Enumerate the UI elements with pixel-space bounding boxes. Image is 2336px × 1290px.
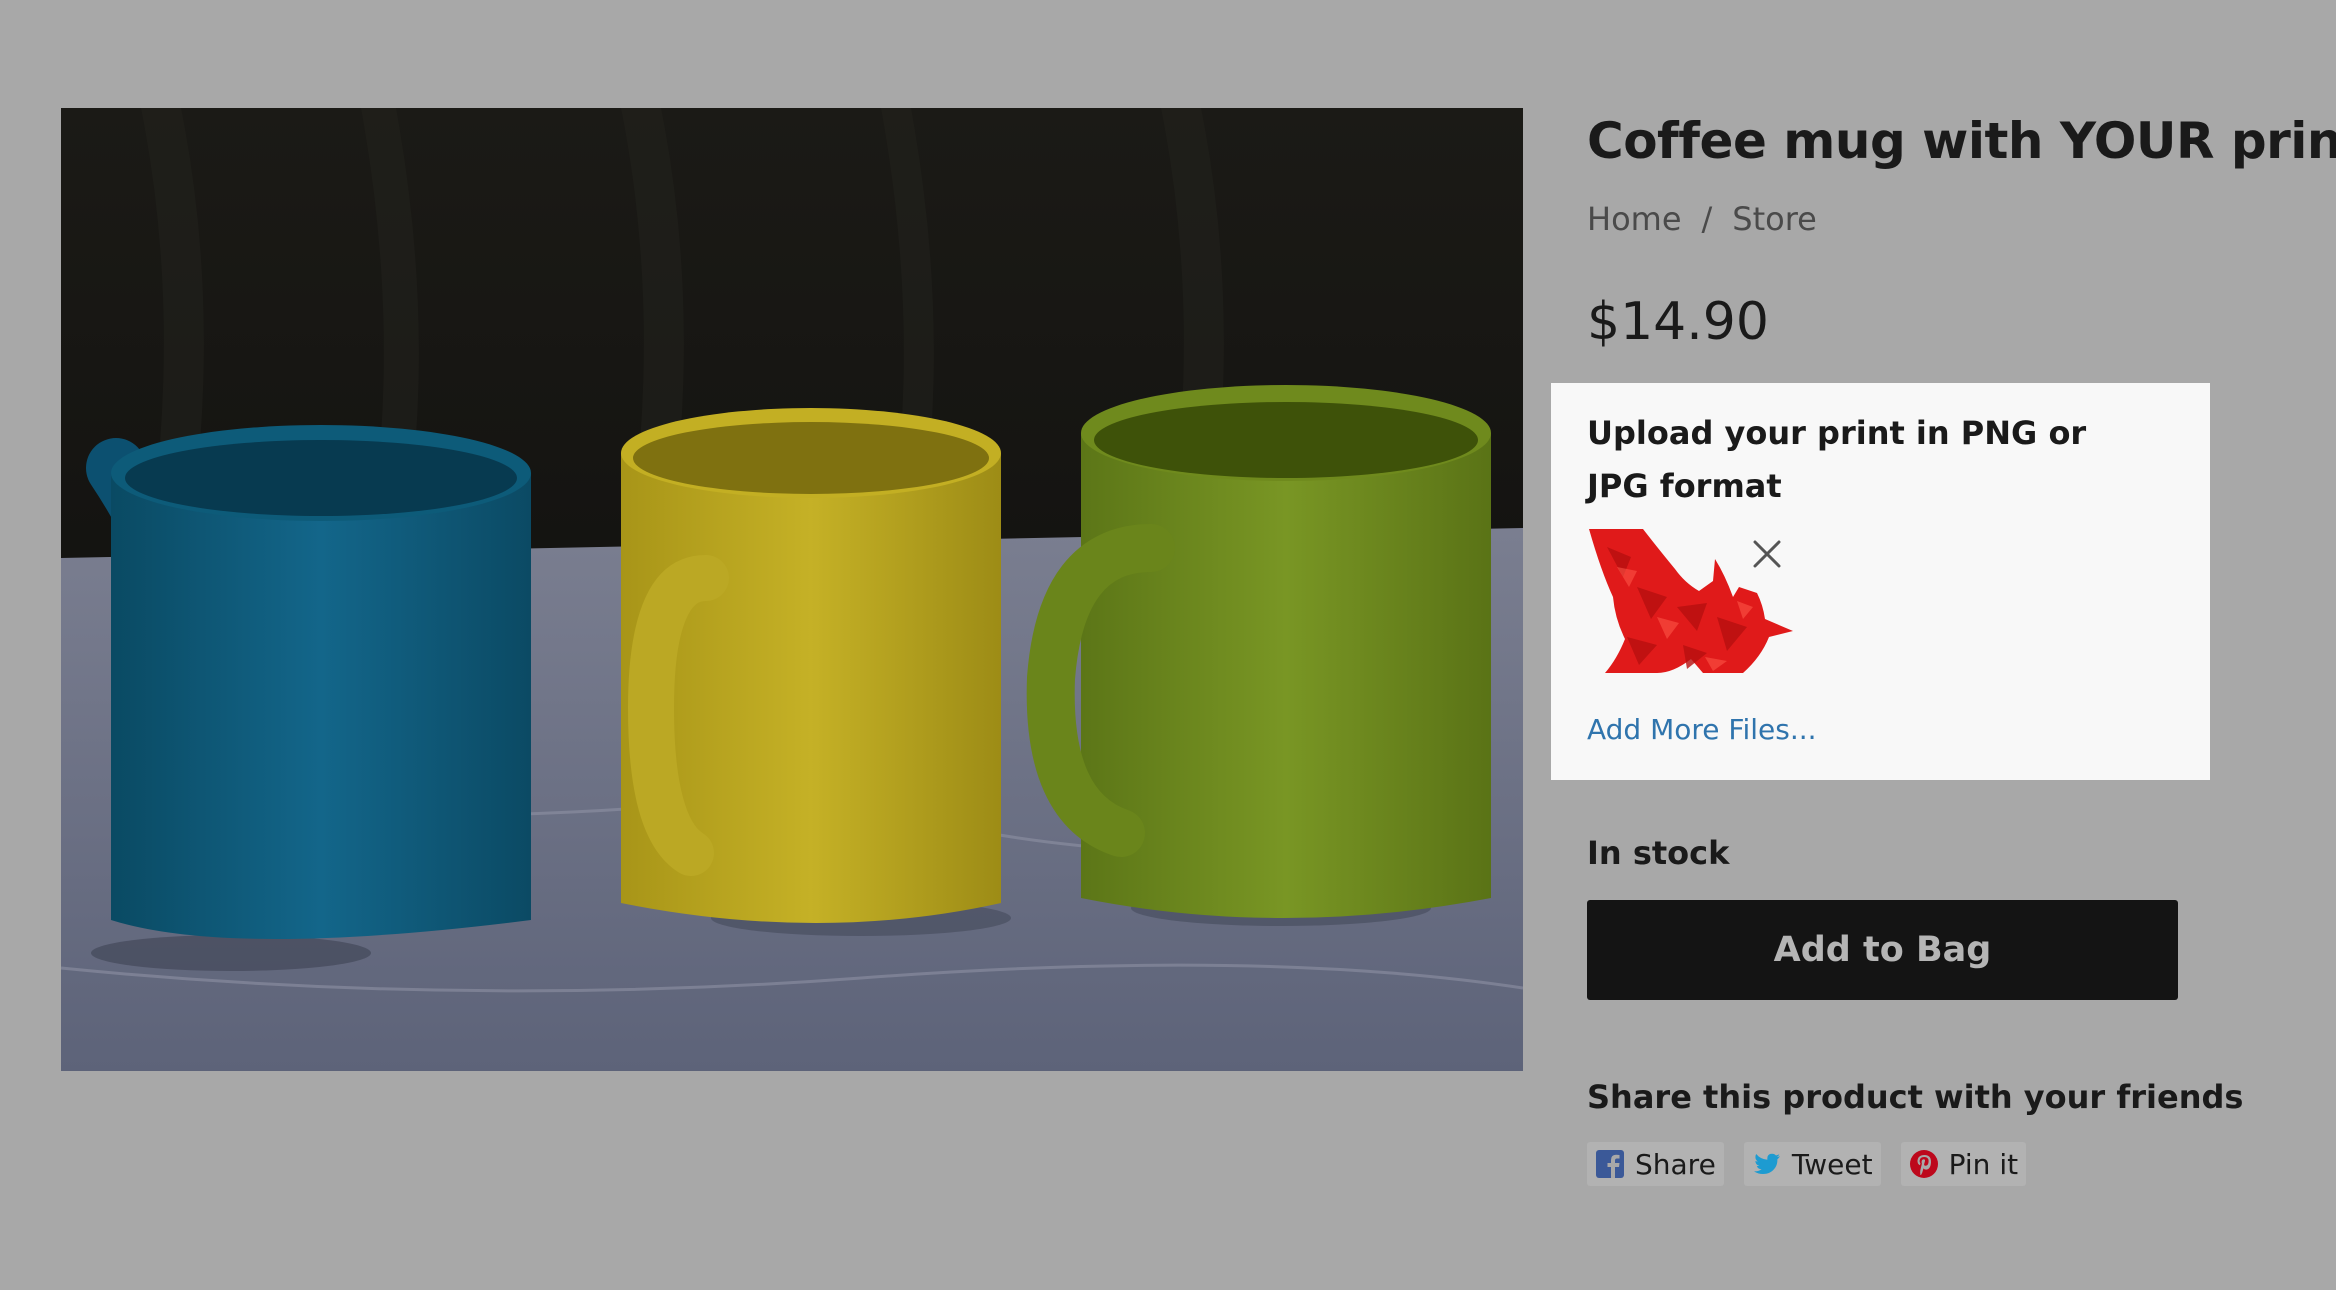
share-heading: Share this product with your friends <box>1587 1078 2244 1116</box>
twitter-tweet-label: Tweet <box>1791 1147 1873 1181</box>
add-more-files-link[interactable]: Add More Files... <box>1587 713 1817 746</box>
stock-status: In stock <box>1587 834 1730 872</box>
twitter-tweet-button[interactable]: Tweet <box>1743 1142 1881 1186</box>
product-title: Coffee mug with YOUR print <box>1587 112 2336 170</box>
breadcrumb-home[interactable]: Home <box>1587 200 1682 238</box>
twitter-icon <box>1753 1153 1780 1174</box>
breadcrumb-separator: / <box>1701 200 1713 238</box>
share-buttons: Share Tweet Pin it <box>1587 1142 2027 1186</box>
pinterest-pin-button[interactable]: Pin it <box>1900 1142 2027 1186</box>
breadcrumb: Home / Store <box>1587 200 1817 238</box>
facebook-share-label: Share <box>1635 1147 1716 1181</box>
product-image <box>61 108 1523 1071</box>
product-price: $14.90 <box>1587 292 1769 352</box>
breadcrumb-store[interactable]: Store <box>1732 200 1817 238</box>
pinterest-icon <box>1909 1150 1938 1178</box>
facebook-share-button[interactable]: Share <box>1587 1142 1724 1186</box>
upload-panel: Upload your print in PNG or JPG format A… <box>1551 383 2210 780</box>
facebook-icon <box>1596 1150 1624 1178</box>
remove-file-close-icon[interactable] <box>1746 533 1788 575</box>
pinterest-pin-label: Pin it <box>1948 1147 2019 1181</box>
add-to-bag-button[interactable]: Add to Bag <box>1587 900 2178 1000</box>
upload-label: Upload your print in PNG or JPG format <box>1587 414 2087 505</box>
